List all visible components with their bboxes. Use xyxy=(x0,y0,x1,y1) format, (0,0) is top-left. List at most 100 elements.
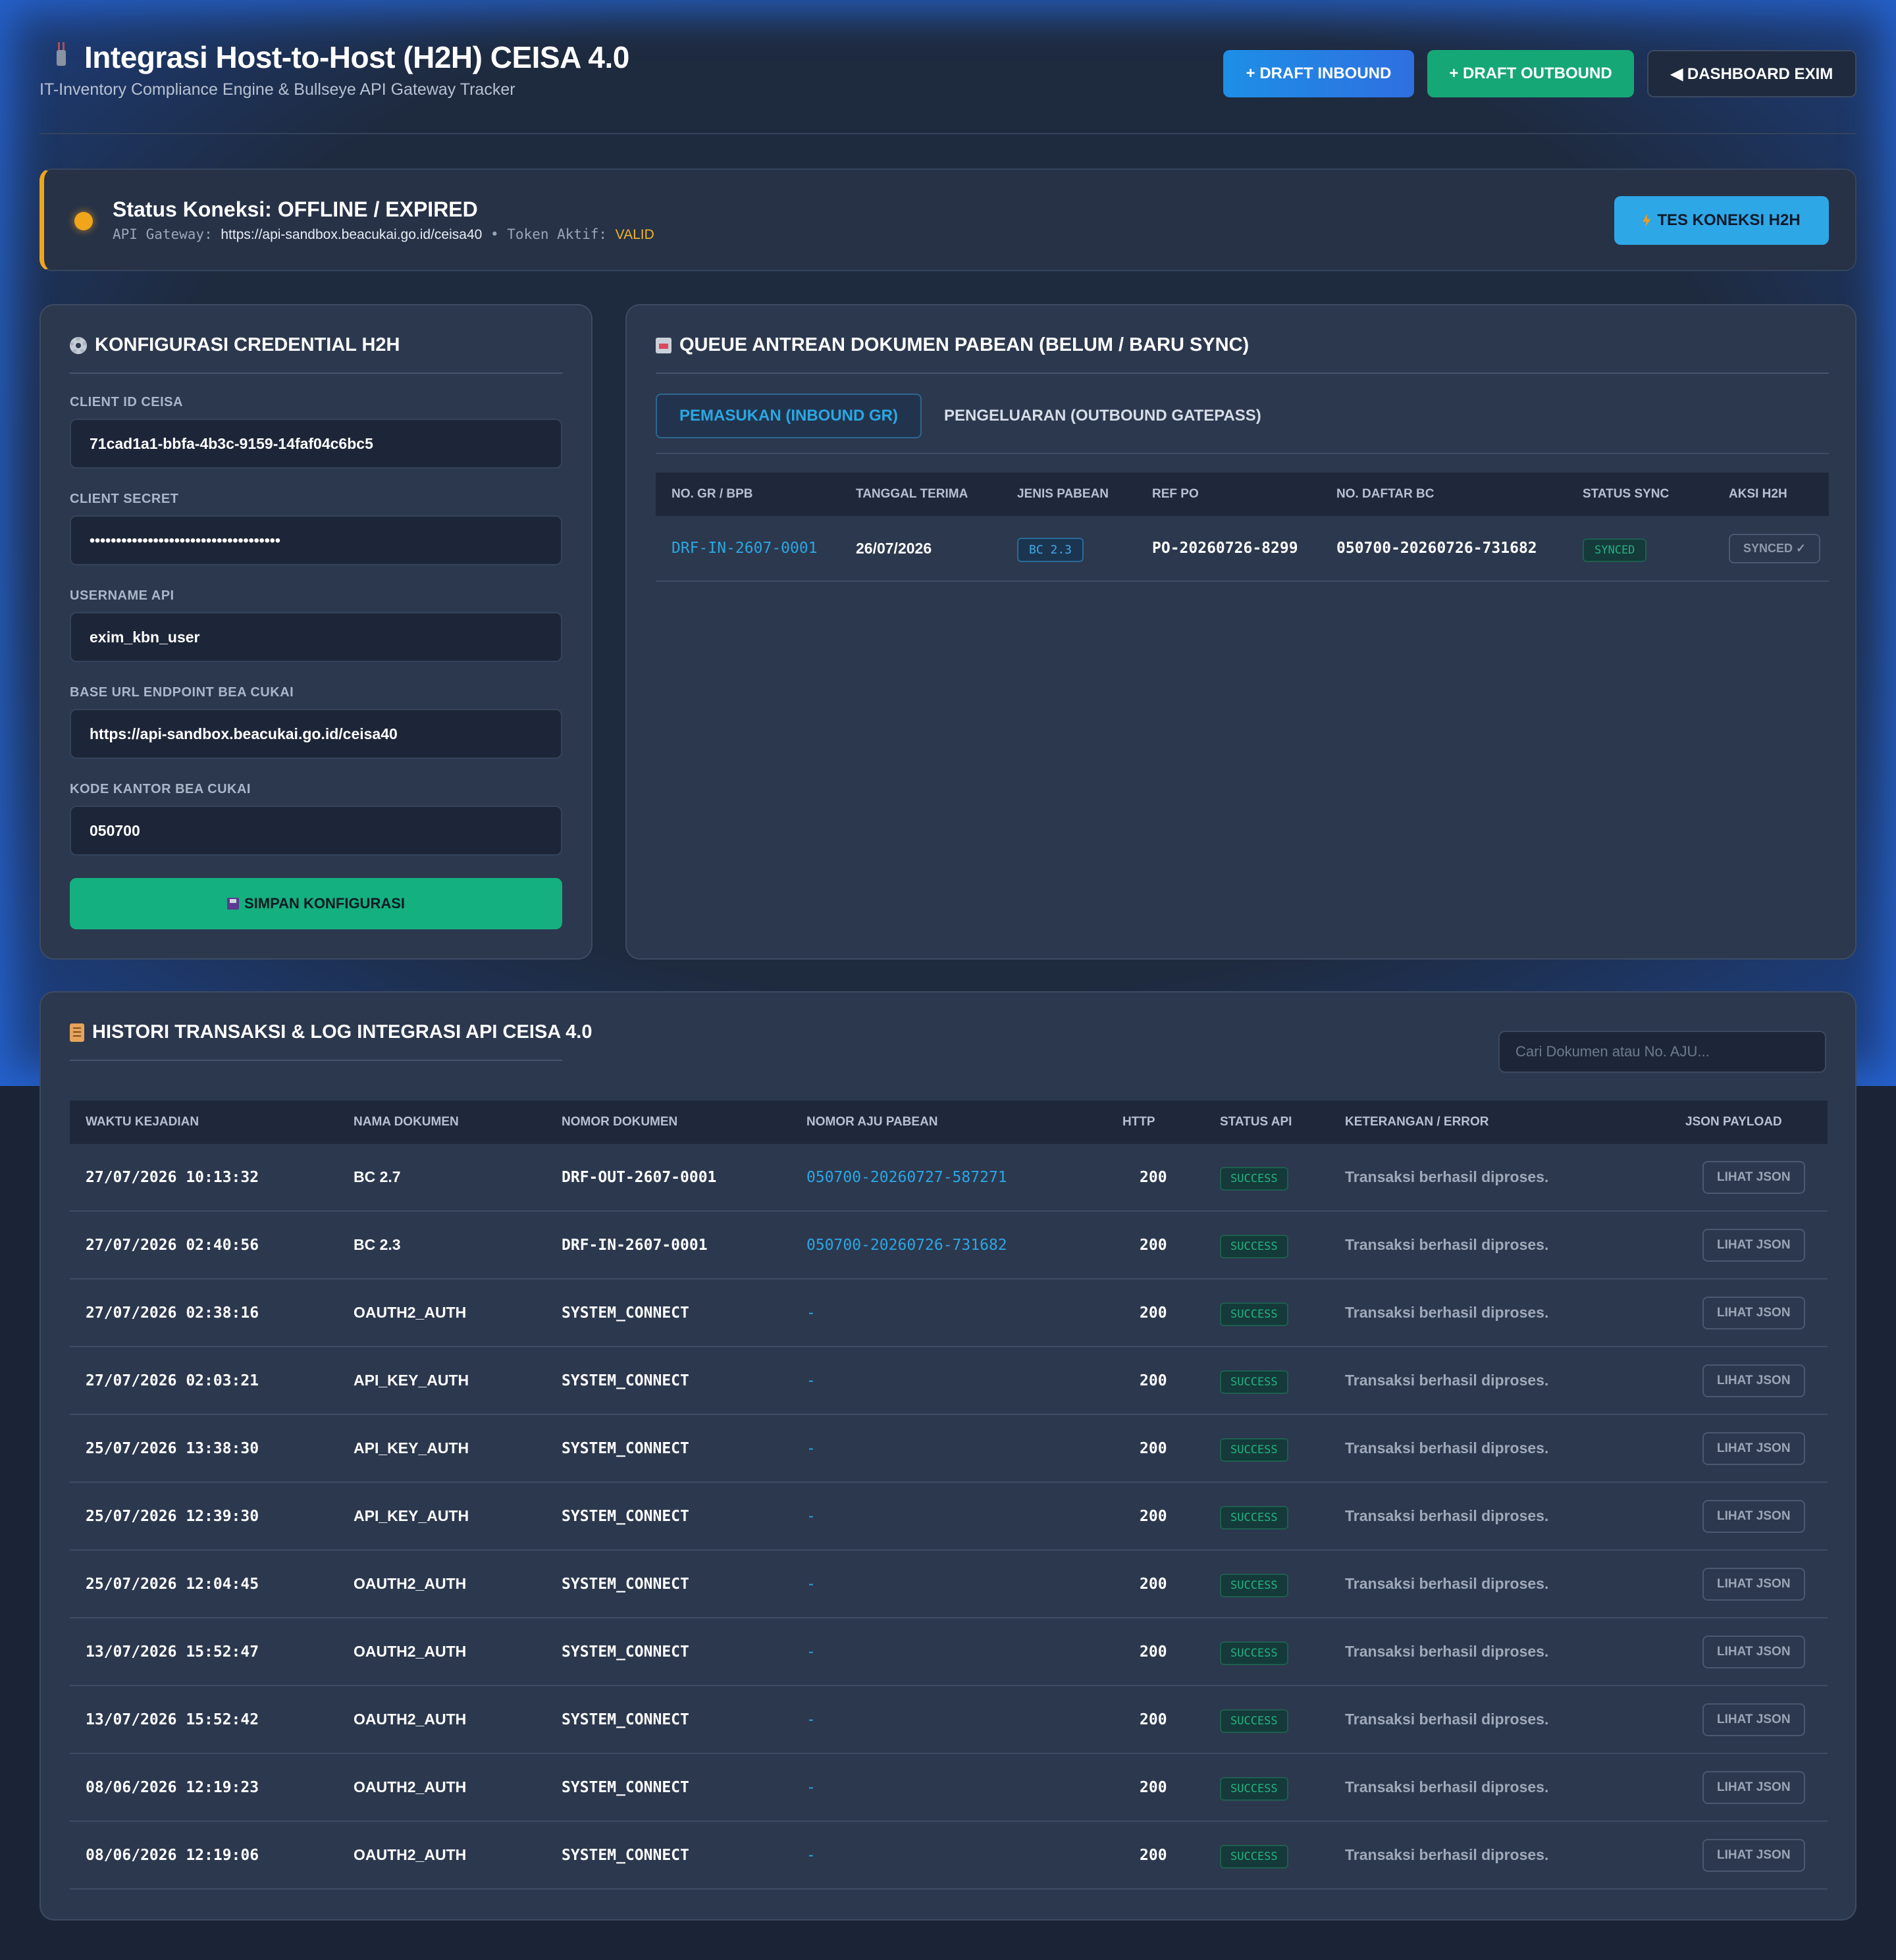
log-aju-number[interactable]: 050700-20260727-587271 xyxy=(791,1169,1107,1186)
plug-icon xyxy=(51,41,71,74)
dashboard-exim-button[interactable]: ◀ DASHBOARD EXIM xyxy=(1647,50,1856,97)
view-json-button[interactable]: LIHAT JSON xyxy=(1702,1770,1805,1804)
log-row: 27/07/2026 02:38:16 OAUTH2_AUTH SYSTEM_CON… xyxy=(70,1279,1828,1347)
synced-button[interactable]: SYNCED ✓ xyxy=(1729,533,1821,563)
log-message: Transaksi berhasil diproses. xyxy=(1345,1846,1549,1863)
api-status-badge: SUCCESS xyxy=(1220,1709,1288,1733)
queue-tabs: PEMASUKAN (INBOUND GR) PENGELUARAN (OUTB… xyxy=(656,394,1284,438)
credential-panel-header: KONFIGURASI CREDENTIAL H2H xyxy=(70,334,400,356)
registration-number: 050700-20260726-731682 xyxy=(1336,540,1537,557)
log-message: Transaksi berhasil diproses. xyxy=(1345,1711,1549,1728)
log-message: Transaksi berhasil diproses. xyxy=(1345,1304,1549,1321)
log-doc-number: DRF-OUT-2607-0001 xyxy=(562,1168,717,1186)
log-row: 08/06/2026 12:19:23 OAUTH2_AUTH SYSTEM_CON… xyxy=(70,1754,1828,1822)
log-time: 27/07/2026 10:13:32 xyxy=(86,1168,259,1186)
log-http-code: 200 xyxy=(1140,1168,1167,1186)
col-status-sync: STATUS SYNC xyxy=(1583,487,1670,501)
log-row: 13/07/2026 15:52:42 OAUTH2_AUTH SYSTEM_CON… xyxy=(70,1686,1828,1754)
log-doc-name: BC 2.3 xyxy=(354,1236,401,1253)
log-table: WAKTU KEJADIAN NAMA DOKUMEN NOMOR DOKUME… xyxy=(70,1100,1828,1890)
queue-panel: QUEUE ANTREAN DOKUMEN PABEAN (BELUM / BA… xyxy=(625,304,1856,960)
col-aksi: AKSI H2H xyxy=(1729,487,1787,501)
log-message: Transaksi berhasil diproses. xyxy=(1345,1778,1549,1795)
po-ref: PO-20260726-8299 xyxy=(1152,540,1298,557)
inbox-icon xyxy=(656,337,672,353)
col-nomor-dokumen: NOMOR DOKUMEN xyxy=(562,1115,678,1129)
log-http-code: 200 xyxy=(1140,1372,1167,1389)
view-json-button[interactable]: LIHAT JSON xyxy=(1702,1296,1805,1329)
save-config-button[interactable]: SIMPAN KONFIGURASI xyxy=(70,878,562,929)
view-json-button[interactable]: LIHAT JSON xyxy=(1702,1228,1805,1262)
col-http: HTTP xyxy=(1122,1115,1155,1129)
base-url-input[interactable]: https://api-sandbox.beacukai.go.id/ceisa… xyxy=(70,709,562,759)
floppy-icon xyxy=(226,898,239,910)
log-json-cell: LIHAT JSON xyxy=(1670,1838,1828,1872)
log-time: 08/06/2026 12:19:06 xyxy=(86,1846,259,1864)
log-doc-number: SYSTEM_CONNECT xyxy=(562,1778,689,1796)
customs-type-cell: BC 2.3 xyxy=(1001,537,1136,562)
view-json-button[interactable]: LIHAT JSON xyxy=(1702,1703,1805,1736)
view-json-button[interactable]: LIHAT JSON xyxy=(1702,1838,1805,1872)
username-input[interactable]: exim_kbn_user xyxy=(70,612,562,662)
log-search-input[interactable] xyxy=(1498,1031,1826,1073)
log-message: Transaksi berhasil diproses. xyxy=(1345,1168,1549,1185)
view-json-button[interactable]: LIHAT JSON xyxy=(1702,1499,1805,1533)
log-json-cell: LIHAT JSON xyxy=(1670,1431,1828,1465)
log-doc-name: API_KEY_AUTH xyxy=(354,1372,469,1389)
log-aju-number[interactable]: 050700-20260726-731682 xyxy=(791,1237,1107,1254)
log-http-code: 200 xyxy=(1140,1711,1167,1728)
divider xyxy=(656,373,1829,374)
office-code-input[interactable]: 050700 xyxy=(70,806,562,856)
client-secret-input[interactable]: •••••••••••••••••••••••••••••••••••• xyxy=(70,515,562,565)
bolt-icon xyxy=(1643,214,1651,227)
sync-status-badge: SYNCED xyxy=(1583,538,1647,562)
log-row: 25/07/2026 13:38:30 API_KEY_AUTH SYSTEM_CO… xyxy=(70,1415,1828,1483)
page-header: Integrasi Host-to-Host (H2H) CEISA 4.0 I… xyxy=(40,39,1856,134)
test-connection-button[interactable]: TES KONEKSI H2H xyxy=(1614,196,1829,245)
view-json-button[interactable]: LIHAT JSON xyxy=(1702,1364,1805,1397)
log-json-cell: LIHAT JSON xyxy=(1670,1160,1828,1194)
gateway-label: API Gateway: xyxy=(113,226,213,242)
log-doc-number: SYSTEM_CONNECT xyxy=(562,1439,689,1457)
tab-inbound[interactable]: PEMASUKAN (INBOUND GR) xyxy=(656,394,922,438)
draft-inbound-button[interactable]: + DRAFT INBOUND xyxy=(1223,50,1414,97)
gr-number-link[interactable]: DRF-IN-2607-0001 xyxy=(656,540,840,557)
tab-outbound[interactable]: PENGELUARAN (OUTBOUND GATEPASS) xyxy=(922,394,1284,438)
log-doc-name: OAUTH2_AUTH xyxy=(354,1643,467,1660)
username-label: USERNAME API xyxy=(70,588,174,603)
log-doc-name: OAUTH2_AUTH xyxy=(354,1778,467,1795)
log-json-cell: LIHAT JSON xyxy=(1670,1703,1828,1736)
col-waktu: WAKTU KEJADIAN xyxy=(86,1115,199,1129)
log-status-cell: SUCCESS xyxy=(1204,1370,1329,1394)
draft-outbound-button[interactable]: + DRAFT OUTBOUND xyxy=(1427,50,1634,97)
log-aju-number: - xyxy=(806,1507,816,1525)
view-json-button[interactable]: LIHAT JSON xyxy=(1702,1635,1805,1668)
log-aju-number: - xyxy=(806,1575,816,1593)
log-http-code: 200 xyxy=(1140,1575,1167,1593)
view-json-button[interactable]: LIHAT JSON xyxy=(1702,1567,1805,1601)
log-message: Transaksi berhasil diproses. xyxy=(1345,1439,1549,1457)
log-doc-number: SYSTEM_CONNECT xyxy=(562,1304,689,1322)
log-message: Transaksi berhasil diproses. xyxy=(1345,1507,1549,1524)
log-doc-number: SYSTEM_CONNECT xyxy=(562,1711,689,1728)
log-http-code: 200 xyxy=(1140,1643,1167,1661)
client-secret-label: CLIENT SECRET xyxy=(70,492,179,506)
gear-icon xyxy=(70,336,87,354)
log-row: 08/06/2026 12:19:06 OAUTH2_AUTH SYSTEM_CON… xyxy=(70,1822,1828,1890)
col-tanggal: TANGGAL TERIMA xyxy=(856,487,968,501)
view-json-button[interactable]: LIHAT JSON xyxy=(1702,1431,1805,1465)
log-aju-number: - xyxy=(806,1372,816,1389)
log-time: 25/07/2026 12:39:30 xyxy=(86,1507,259,1525)
log-aju-number: - xyxy=(806,1643,816,1661)
log-panel-header: HISTORI TRANSAKSI & LOG INTEGRASI API CE… xyxy=(70,1021,592,1043)
log-aju-number: - xyxy=(806,1778,816,1796)
log-message: Transaksi berhasil diproses. xyxy=(1345,1643,1549,1660)
log-status-cell: SUCCESS xyxy=(1204,1641,1329,1665)
log-doc-name: BC 2.7 xyxy=(354,1168,401,1185)
log-doc-name: OAUTH2_AUTH xyxy=(354,1575,467,1592)
connection-status-details: API Gateway: https://api-sandbox.beacuka… xyxy=(113,226,654,243)
client-id-input[interactable]: 71cad1a1-bbfa-4b3c-9159-14faf04c6bc5 xyxy=(70,419,562,469)
col-ref-po: REF PO xyxy=(1152,487,1199,501)
log-http-code: 200 xyxy=(1140,1846,1167,1864)
view-json-button[interactable]: LIHAT JSON xyxy=(1702,1160,1805,1194)
